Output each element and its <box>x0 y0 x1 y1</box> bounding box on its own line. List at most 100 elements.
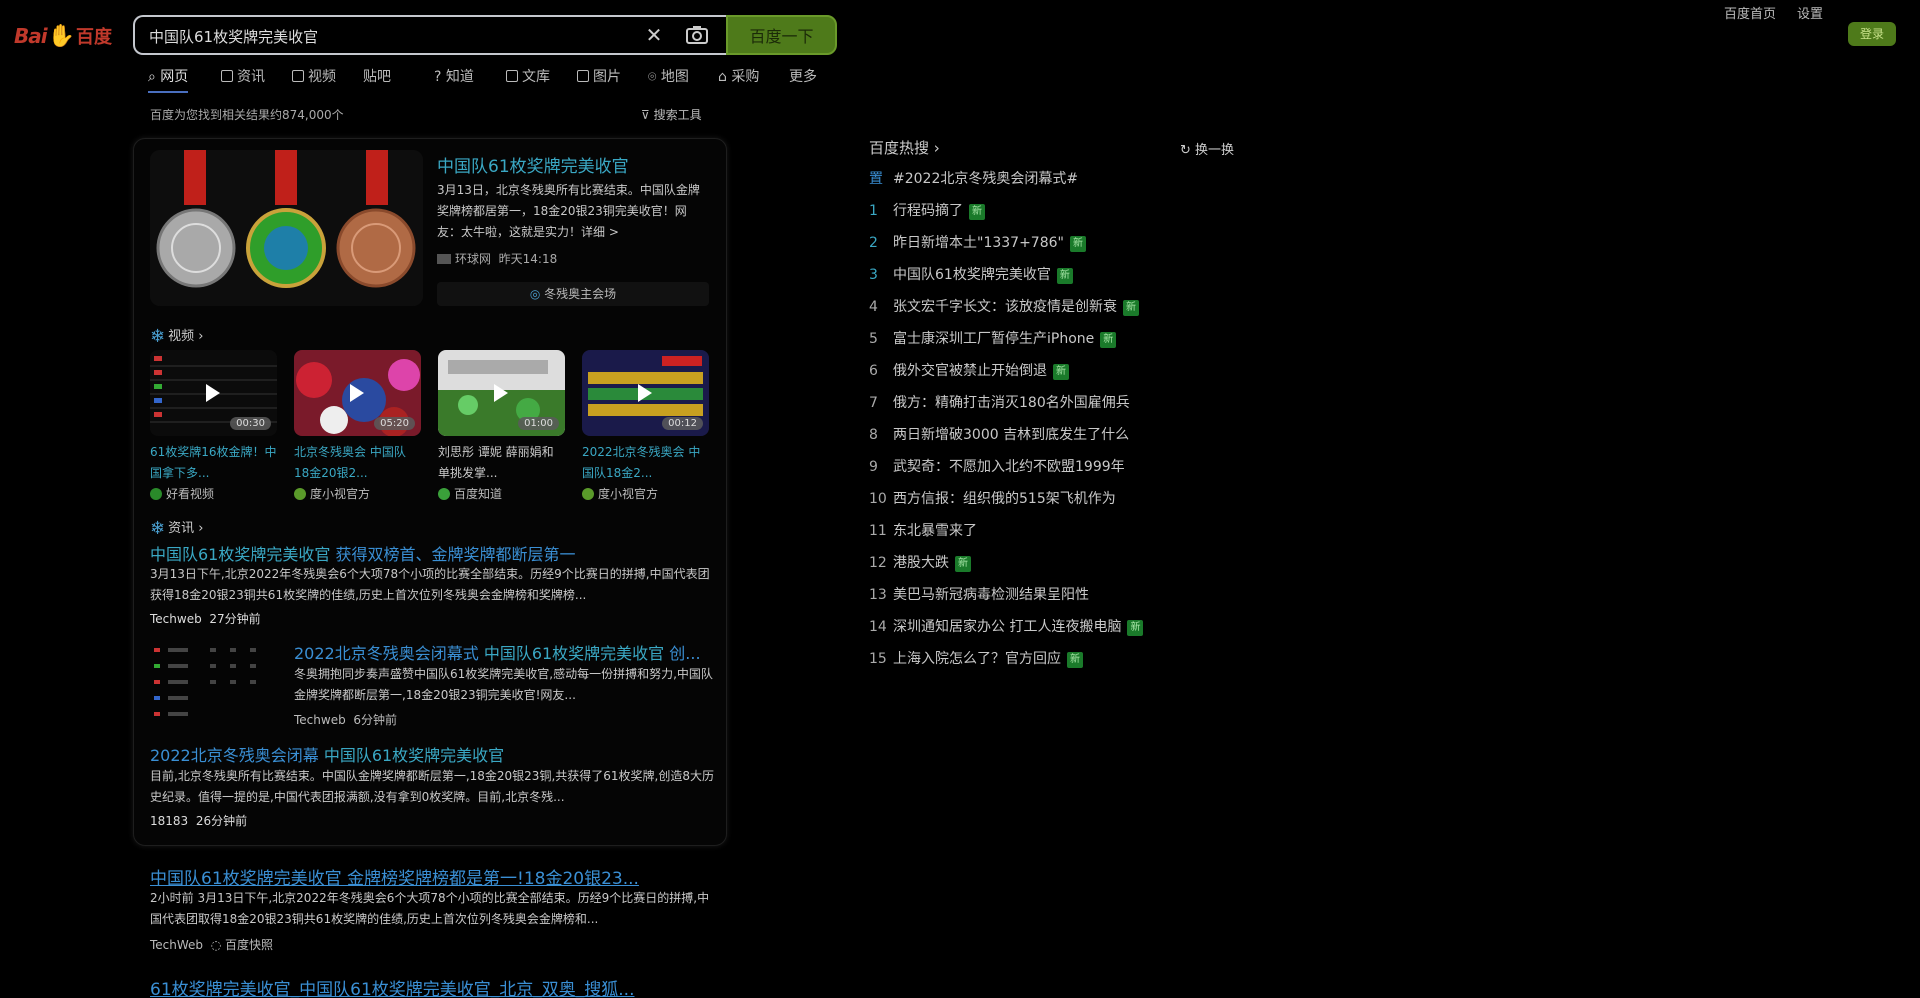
hot-item-text: 昨日新增本土"1337+786" <box>893 235 1064 251</box>
result-title[interactable]: 中国队61枚奖牌完美收官 金牌榜奖牌榜都是第一!18金20银23... <box>150 864 639 889</box>
tab-tieba[interactable]: 贴吧 <box>363 66 391 86</box>
news-time: 26分钟前 <box>195 814 248 828</box>
search-input[interactable] <box>149 25 619 47</box>
tab-more[interactable]: 更多 <box>789 66 817 86</box>
hot-rank: 10 <box>869 491 887 507</box>
section-label: 视频 <box>168 329 195 344</box>
tab-web[interactable]: ⌕ 网页 <box>148 66 189 93</box>
tab-zhidao[interactable]: ? 知道 <box>434 66 474 86</box>
hot-search-item[interactable]: 7 俄方：精确打击消灭180名外国雇佣兵 <box>869 392 1130 412</box>
video-thumbnail[interactable]: 00:12 <box>582 350 709 436</box>
hot-search-item[interactable]: 13 美巴马新冠病毒检测结果呈阳性 <box>869 584 1089 604</box>
document-icon <box>506 70 518 82</box>
video-thumbnail[interactable]: 00:30 <box>150 350 277 436</box>
theme-venue-button[interactable]: ◎ 冬残奥主会场 <box>437 282 709 306</box>
tab-images[interactable]: 图片 <box>577 66 621 86</box>
tab-purchase[interactable]: ⌂ 采购 <box>718 66 759 86</box>
tab-label: 网页 <box>160 69 189 85</box>
hot-search-item[interactable]: 5 富士康深圳工厂暂停生产iPhone 新 <box>869 328 1117 348</box>
video-title[interactable]: 61枚奖牌16枚金牌！中国拿下多... <box>150 442 277 484</box>
hot-search-item[interactable]: 8 两日新增破3000 吉林到底发生了什么 <box>869 424 1129 444</box>
tab-label: 采购 <box>731 69 760 85</box>
snowflake-icon: ❄ <box>150 326 166 347</box>
news-icon <box>221 70 233 82</box>
hot-search-item[interactable]: 12 港股大跌新 <box>869 552 971 572</box>
news-title-rest: 获得双榜首、金牌奖牌都断层第一 <box>330 545 576 564</box>
news-time: 6分钟前 <box>353 713 397 727</box>
hot-item-text: 俄外交官被禁止开始倒退 <box>893 363 1047 379</box>
clear-icon[interactable]: ✕ <box>643 24 665 46</box>
tab-news[interactable]: 资讯 <box>221 66 265 86</box>
new-badge: 新 <box>1127 620 1144 636</box>
hot-search-heading[interactable]: 百度热搜 › <box>869 137 940 158</box>
result-title[interactable]: 61枚奖牌完美收官_中国队61枚奖牌完美收官_北京_双奥_搜狐... <box>150 975 634 998</box>
video-card[interactable]: 05:20 北京冬残奥会 中国队18金20银2... 度小视官方 <box>294 350 421 502</box>
hot-item-text: 富士康深圳工厂暂停生产iPhone <box>893 331 1095 347</box>
camera-icon[interactable] <box>684 23 710 47</box>
news-title[interactable]: 2022北京冬残奥会闭幕式 中国队61枚奖牌完美收官 创... <box>294 640 701 664</box>
video-source: 好看视频 <box>150 485 277 502</box>
snapshot-link[interactable]: 百度快照 <box>225 938 273 952</box>
highlight-title[interactable]: 中国队61枚奖牌完美收官 <box>437 152 629 177</box>
video-thumbnail[interactable]: 01:00 <box>438 350 565 436</box>
play-icon <box>350 384 364 402</box>
hot-search-item[interactable]: 15 上海入院怎么了？官方回应新 <box>869 648 1083 668</box>
news-title-rest: 2022北京冬残奥会闭幕式 <box>294 644 484 663</box>
search-box: ✕ <box>133 15 728 55</box>
video-card[interactable]: 01:00 刘思彤 谭妮 薛丽娟和单挑发掌... 百度知道 <box>438 350 565 502</box>
highlight-source: 环球网 昨天14:18 <box>437 250 557 267</box>
video-title[interactable]: 刘思彤 谭妮 薛丽娟和单挑发掌... <box>438 442 565 484</box>
source-name: 环球网 <box>455 252 492 266</box>
shop-icon: ⌂ <box>718 69 727 85</box>
video-title[interactable]: 2022北京冬残奥会 中国队18金2... <box>582 442 709 484</box>
hot-search-item[interactable]: 4 张文宏千字长文：该放疫情是创新衰新 <box>869 296 1139 316</box>
news-title-rest: 2022北京冬残奥会闭幕 <box>150 746 324 765</box>
result-text: 2小时前 3月13日下午,北京2022年冬残奥会6个大项78个小项的比赛全部结束… <box>150 891 698 905</box>
baidu-logo[interactable]: Bai ✋ 百度 <box>14 18 120 54</box>
new-badge: 新 <box>1123 300 1139 316</box>
hot-rank: 2 <box>869 235 878 251</box>
snapshot-icon: ◌ <box>210 938 222 952</box>
hot-search-item[interactable]: 1 行程码摘了新 <box>869 200 985 220</box>
video-card[interactable]: 00:12 2022北京冬残奥会 中国队18金2... 度小视官方 <box>582 350 709 502</box>
hot-search-item[interactable]: 置 #2022北京冬残奥会闭幕式# <box>869 168 1078 188</box>
play-icon <box>638 384 652 402</box>
tab-video[interactable]: 视频 <box>292 66 336 86</box>
source-name: 度小视官方 <box>598 487 659 501</box>
medals-image[interactable] <box>150 150 423 306</box>
tab-label: 贴吧 <box>363 69 391 85</box>
settings-link[interactable]: 设置 <box>1797 3 1823 22</box>
hot-search-item[interactable]: 6 俄外交官被禁止开始倒退新 <box>869 360 1069 380</box>
news-thumbnail[interactable] <box>150 640 277 730</box>
hot-rank: 13 <box>869 587 887 603</box>
video-thumbnail[interactable]: 05:20 <box>294 350 421 436</box>
hot-item-text: 武契奇：不愿加入北约不欧盟1999年 <box>893 459 1125 475</box>
hot-rank: 12 <box>869 555 887 571</box>
hot-rank: 11 <box>869 523 887 539</box>
hot-search-item[interactable]: 14 深圳通知居家办公 打工人连夜搬电脑新 <box>869 616 1144 636</box>
news-section-heading[interactable]: ❄ 资讯 › <box>150 517 203 539</box>
video-section-heading[interactable]: ❄ 视频 › <box>150 325 203 347</box>
source-name: 度小视官方 <box>310 487 371 501</box>
video-duration: 05:20 <box>374 417 415 430</box>
source-icon <box>582 488 594 500</box>
video-card[interactable]: 00:30 61枚奖牌16枚金牌！中国拿下多... 好看视频 <box>150 350 277 502</box>
baidu-home-link[interactable]: 百度首页 <box>1724 3 1776 22</box>
tab-map[interactable]: ⌾ 地图 <box>648 66 689 86</box>
search-tools-label: 搜索工具 <box>653 108 702 122</box>
hot-search-item[interactable]: 3 中国队61枚奖牌完美收官新 <box>869 264 1073 284</box>
hot-item-text: 美巴马新冠病毒检测结果呈阳性 <box>893 587 1089 603</box>
hot-search-item[interactable]: 10 西方信报：组织俄的515架飞机作为 <box>869 488 1116 508</box>
news-title[interactable]: 2022北京冬残奥会闭幕 中国队61枚奖牌完美收官 <box>150 742 504 766</box>
refresh-button[interactable]: ↻ 换一换 <box>1180 139 1234 158</box>
search-tools-button[interactable]: ⊽ 搜索工具 <box>641 106 702 123</box>
hot-search-item[interactable]: 11 东北暴雪来了 <box>869 520 977 540</box>
login-button[interactable]: 登录 <box>1848 22 1896 46</box>
news-title[interactable]: 中国队61枚奖牌完美收官 获得双榜首、金牌奖牌都断层第一 <box>150 541 575 565</box>
hot-search-item[interactable]: 9 武契奇：不愿加入北约不欧盟1999年 <box>869 456 1125 476</box>
hot-item-text: 俄方：精确打击消灭180名外国雇佣兵 <box>893 395 1130 411</box>
search-button[interactable]: 百度一下 <box>726 15 837 55</box>
video-title[interactable]: 北京冬残奥会 中国队18金20银2... <box>294 442 421 484</box>
hot-search-item[interactable]: 2 昨日新增本土"1337+786" 新 <box>869 232 1086 252</box>
tab-wenku[interactable]: 文库 <box>506 66 550 86</box>
